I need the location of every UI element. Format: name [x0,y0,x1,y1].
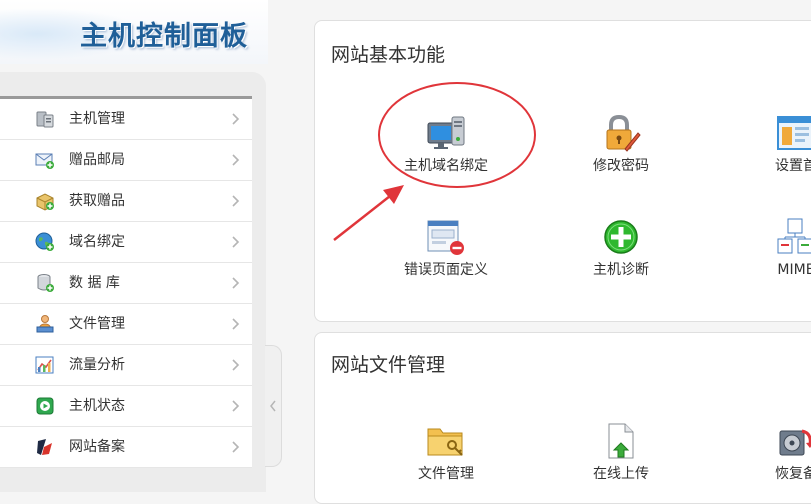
file-management-panel: 网站文件管理 文件管理 在线上传 恢复备 [314,332,811,504]
function-label: 主机诊断 [593,262,649,278]
lock-pencil-icon [606,114,641,152]
logo-title: 主机控制面板 [80,21,248,52]
function-label: MIME [777,262,811,278]
sidebar-collapse-handle[interactable] [265,345,282,467]
basic-functions-panel: 网站基本功能 主机域名绑定 修改密码 设置首 错误页面定义 主机诊断 MIME [314,20,811,322]
sidebar-item-gift-mail[interactable]: 赠品邮局 [0,140,252,181]
error-page-definition-button[interactable]: 错误页面定义 [386,217,506,279]
chevron-left-icon [270,400,276,412]
function-label: 文件管理 [418,466,474,482]
host-diagnosis-button[interactable]: 主机诊断 [561,217,681,279]
online-upload-button[interactable]: 在线上传 [561,421,681,483]
logo-area: 主机控制面板 [0,0,268,64]
function-label: 错误页面定义 [404,262,488,278]
sidebar-item-label: 主机状态 [69,398,125,414]
function-label: 设置首 [775,158,811,174]
restore-backup-icon [779,429,811,456]
set-homepage-button[interactable]: 设置首 [736,113,811,175]
database-icon [37,274,54,292]
upload-icon [608,423,634,459]
traffic-chart-icon [35,356,54,374]
chevron-right-icon [232,441,240,453]
mime-button[interactable]: MIME [736,217,811,279]
panel-title: 网站基本功能 [331,44,446,66]
mime-icon [777,218,811,254]
sidebar-menu: 主机管理 赠品邮局 获取赠品 域名绑定 数 据 库 文件管理 流量分析 主机状态… [0,96,252,468]
function-label: 恢复备 [775,466,811,482]
file-management-button[interactable]: 文件管理 [386,421,506,483]
file-manager-icon [36,315,54,333]
gift-box-icon [36,193,54,211]
status-play-icon [36,397,54,415]
sidebar-item-host-status[interactable]: 主机状态 [0,386,252,427]
sidebar-item-file-management[interactable]: 文件管理 [0,304,252,345]
sidebar-item-label: 域名绑定 [69,234,125,250]
sidebar-item-site-record[interactable]: 网站备案 [0,427,252,468]
sidebar-item-label: 主机管理 [69,111,125,127]
function-label: 在线上传 [593,466,649,482]
restore-backup-button[interactable]: 恢复备 [736,421,811,483]
sidebar-item-get-gift[interactable]: 获取赠品 [0,181,252,222]
host-domain-binding-icon [427,116,465,149]
sidebar-item-label: 文件管理 [69,316,125,332]
sidebar-item-label: 网站备案 [69,439,125,455]
sidebar-item-database[interactable]: 数 据 库 [0,263,252,304]
host-domain-binding-button[interactable]: 主机域名绑定 [386,113,506,175]
chevron-right-icon [232,318,240,330]
chevron-right-icon [232,359,240,371]
change-password-button[interactable]: 修改密码 [561,113,681,175]
chevron-right-icon [232,236,240,248]
sidebar-item-traffic-analysis[interactable]: 流量分析 [0,345,252,386]
homepage-setting-icon [777,116,811,150]
sidebar-item-host-management[interactable]: 主机管理 [0,99,252,140]
globe-icon [35,232,54,251]
host-server-icon [36,111,54,128]
sidebar-item-label: 获取赠品 [69,193,125,209]
chevron-right-icon [232,277,240,289]
chevron-right-icon [232,400,240,412]
chevron-right-icon [232,195,240,207]
mail-add-icon [35,153,54,169]
sidebar-item-label: 流量分析 [69,357,125,373]
diagnosis-plus-icon [604,220,638,254]
function-label: 修改密码 [593,158,649,174]
chevron-right-icon [232,154,240,166]
sidebar-item-label: 赠品邮局 [69,152,125,168]
panel-title: 网站文件管理 [331,354,446,376]
sidebar-item-label: 数 据 库 [69,275,120,291]
chevron-right-icon [232,113,240,125]
record-icon [37,439,52,455]
folder-key-icon [427,428,463,456]
function-label: 主机域名绑定 [404,158,488,174]
error-page-icon [427,220,464,255]
sidebar-item-domain-binding[interactable]: 域名绑定 [0,222,252,263]
